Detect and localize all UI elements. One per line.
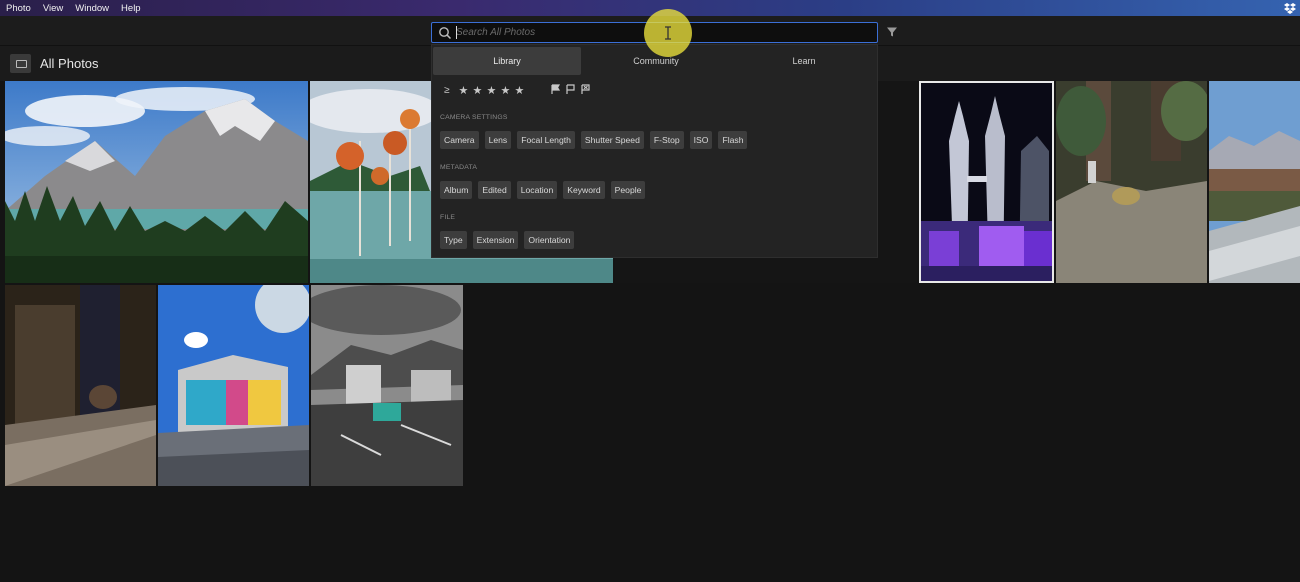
mural-building-photo[interactable]: [158, 285, 309, 486]
rating-operator[interactable]: ≥: [444, 85, 450, 96]
mountain-lake-photo[interactable]: [5, 81, 308, 283]
camera-settings-label: CAMERA SETTINGS: [440, 114, 508, 121]
text-caret: [456, 26, 457, 39]
picked-flag-icon[interactable]: [550, 84, 561, 95]
chip-orientation[interactable]: Orientation: [524, 231, 575, 249]
metadata-chips: Album Edited Location Keyword People: [440, 181, 646, 199]
chip-f-stop[interactable]: F-Stop: [649, 131, 684, 149]
photo-view-icon[interactable]: [10, 54, 31, 73]
star-5-icon[interactable]: ★: [515, 84, 529, 97]
page-title: All Photos: [40, 56, 99, 71]
river-town-photo[interactable]: [1209, 81, 1300, 283]
metadata-label: METADATA: [440, 164, 478, 171]
unflagged-icon[interactable]: [565, 84, 576, 95]
chip-iso[interactable]: ISO: [689, 131, 713, 149]
photos-app-window: Photo View Window Help All Photos: [0, 0, 1300, 582]
camera-settings-chips: Camera Lens Focal Length Shutter Speed F…: [440, 131, 748, 149]
file-label: FILE: [440, 214, 456, 221]
chip-shutter-speed[interactable]: Shutter Speed: [580, 131, 644, 149]
chip-keyword[interactable]: Keyword: [563, 181, 605, 199]
star-2-icon[interactable]: ★: [473, 84, 487, 97]
cat-table-photo[interactable]: [5, 285, 156, 486]
iguana-rock-photo[interactable]: [1056, 81, 1207, 283]
rating-filter: ≥ ★ ★ ★ ★ ★: [444, 83, 529, 97]
os-menu-bar: Photo View Window Help: [0, 0, 1300, 16]
star-3-icon[interactable]: ★: [487, 84, 501, 97]
tab-library[interactable]: Library: [433, 47, 581, 75]
star-4-icon[interactable]: ★: [501, 84, 515, 97]
chip-flash[interactable]: Flash: [718, 131, 748, 149]
flag-filters: [550, 84, 591, 95]
tab-learn[interactable]: Learn: [730, 47, 878, 75]
chip-album[interactable]: Album: [440, 181, 473, 199]
chip-lens[interactable]: Lens: [484, 131, 512, 149]
chip-camera[interactable]: Camera: [440, 131, 479, 149]
menu-window[interactable]: Window: [69, 3, 115, 14]
rejected-flag-icon[interactable]: [580, 84, 591, 95]
parking-jeep-photo[interactable]: [311, 285, 463, 486]
chip-focal-length[interactable]: Focal Length: [517, 131, 575, 149]
dropbox-icon[interactable]: [1284, 2, 1296, 14]
text-cursor-icon: [665, 26, 671, 40]
chip-type[interactable]: Type: [440, 231, 467, 249]
star-1-icon[interactable]: ★: [459, 84, 473, 97]
chip-location[interactable]: Location: [516, 181, 558, 199]
filter-icon[interactable]: [886, 26, 898, 38]
chip-edited[interactable]: Edited: [478, 181, 511, 199]
menu-photo[interactable]: Photo: [0, 3, 37, 14]
file-chips: Type Extension Orientation: [440, 231, 575, 249]
menu-help[interactable]: Help: [115, 3, 147, 14]
chip-people[interactable]: People: [610, 181, 646, 199]
chip-extension[interactable]: Extension: [472, 231, 519, 249]
search-filter-dropdown: Library Community Learn ≥ ★ ★ ★ ★ ★ CAME…: [431, 44, 878, 258]
menu-view[interactable]: View: [37, 3, 69, 14]
petronas-towers-photo[interactable]: [919, 81, 1054, 283]
search-icon: [439, 27, 452, 40]
